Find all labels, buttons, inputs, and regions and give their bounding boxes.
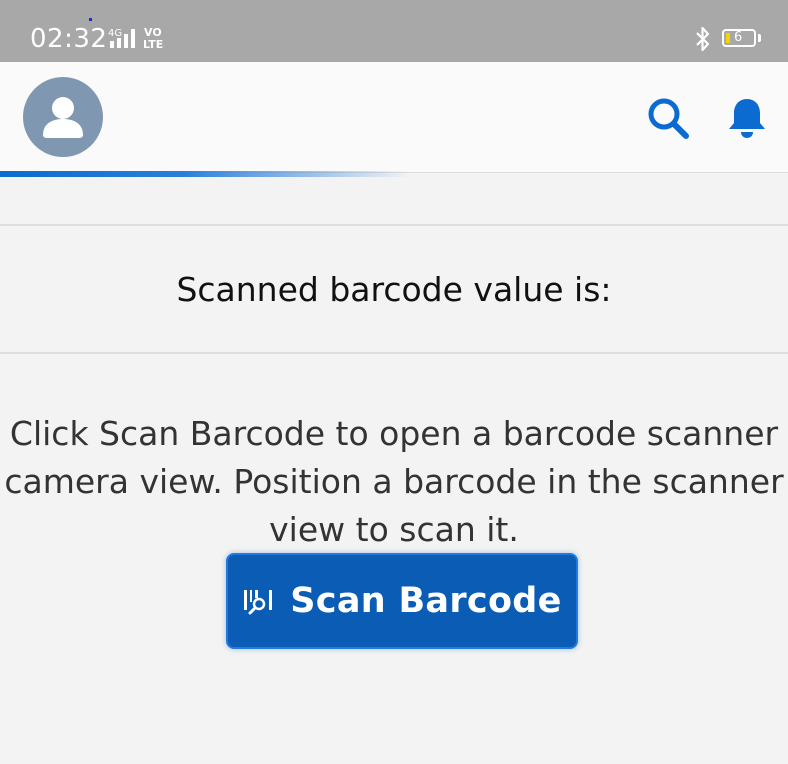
status-time: 02:32 [30, 24, 108, 54]
scanned-value-label: Scanned barcode value is: [176, 270, 612, 309]
battery-fill [726, 33, 730, 43]
bluetooth-icon [695, 25, 711, 58]
network-type-label: 4G [108, 28, 122, 39]
battery-icon: 6 [722, 29, 756, 47]
scan-instructions: Click Scan Barcode to open a barcode sca… [4, 414, 784, 549]
loading-progress-bar [0, 171, 410, 177]
scan-barcode-button[interactable]: Scan Barcode [226, 553, 578, 649]
search-icon[interactable] [645, 95, 691, 141]
app-header [0, 62, 788, 173]
divider [0, 352, 788, 354]
status-bar: 02:32 4G VO LTE 6 [0, 0, 788, 62]
svg-text:LTE: LTE [143, 38, 163, 51]
user-avatar-icon[interactable] [23, 77, 103, 157]
scan-barcode-label: Scan Barcode [290, 581, 562, 621]
signal-icon: 4G VO LTE [108, 26, 184, 57]
bell-icon[interactable] [724, 95, 770, 141]
battery-tip [758, 34, 761, 42]
barcode-scan-icon [242, 585, 274, 617]
battery-level: 6 [734, 30, 743, 45]
status-notification-dot [89, 18, 92, 21]
divider [0, 224, 788, 226]
